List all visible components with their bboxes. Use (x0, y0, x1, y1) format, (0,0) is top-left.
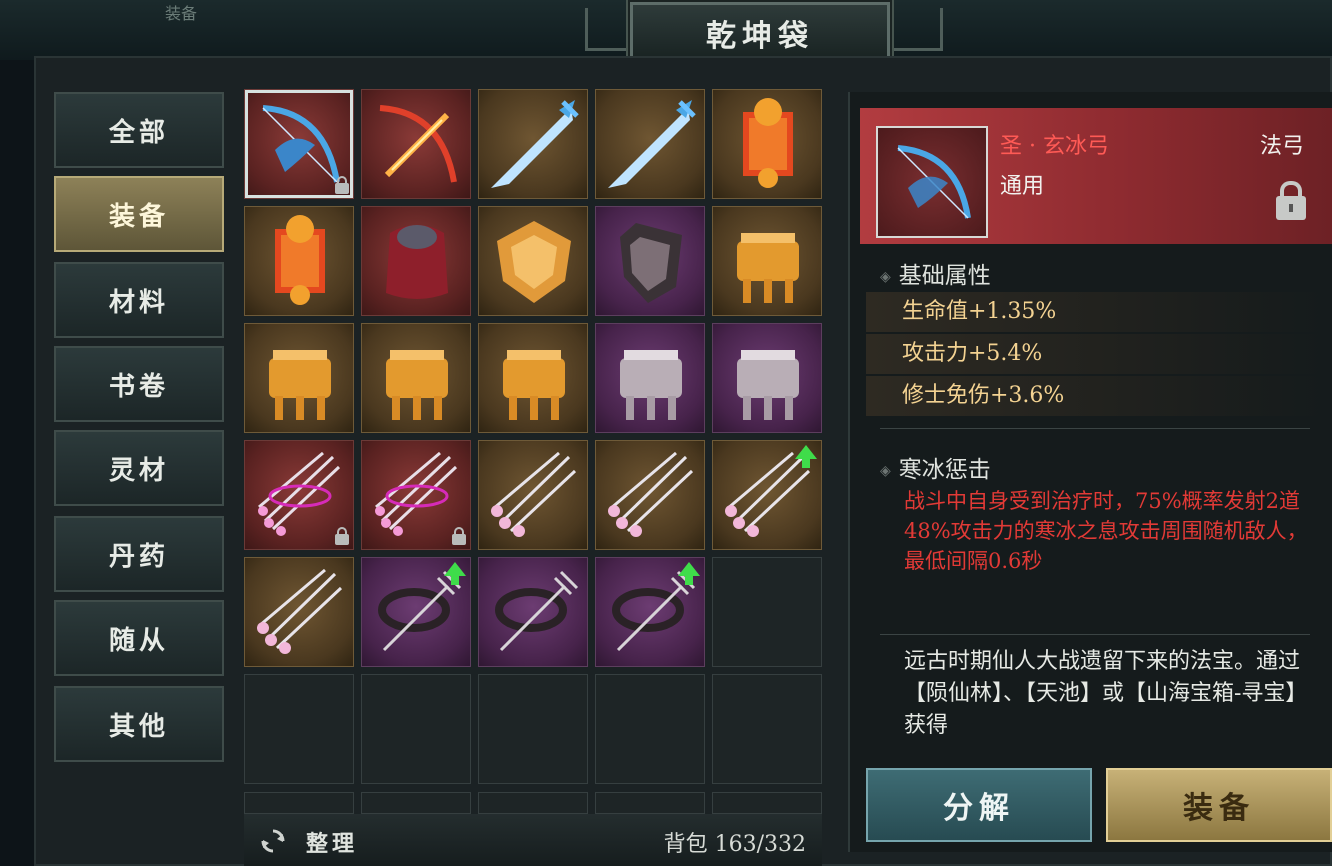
attribute-row: 修士免伤+3.6% (866, 376, 1322, 416)
section-divider (880, 634, 1310, 635)
fire-bow-icon (379, 105, 457, 183)
silver-cauldron-icon (737, 350, 799, 420)
equip-button[interactable]: 装备 (1106, 768, 1332, 842)
attribute-row: 生命值+1.35% (866, 292, 1322, 332)
inventory-slot-partial (595, 792, 705, 814)
inventory-slot[interactable] (595, 89, 705, 199)
inventory-slot[interactable] (244, 557, 354, 667)
category-tab[interactable]: 书卷 (54, 346, 224, 422)
inventory-slot[interactable] (361, 323, 471, 433)
upgrade-arrow-icon (795, 445, 817, 468)
inventory-slot[interactable] (478, 557, 588, 667)
gold-shield-icon (497, 221, 571, 303)
category-tab[interactable]: 其他 (54, 686, 224, 762)
fire-banner-icon (743, 98, 793, 188)
red-bag-icon (386, 225, 448, 299)
inventory-slot[interactable] (595, 206, 705, 316)
base-attributes-title: 基础属性 (880, 256, 991, 290)
inventory-slot[interactable] (361, 89, 471, 199)
category-tab[interactable]: 装备 (54, 176, 224, 252)
decompose-button[interactable]: 分解 (866, 768, 1092, 842)
ice-sword-icon (491, 100, 579, 188)
gold-cauldron-icon (269, 350, 331, 420)
category-tab[interactable]: 丹药 (54, 516, 224, 592)
item-class: 法弓 (1260, 134, 1305, 159)
attribute-row: 攻击力+5.4% (866, 334, 1322, 374)
inventory-slot-partial (712, 792, 822, 814)
lotus-needles-icon (257, 568, 343, 654)
lock-icon (335, 176, 349, 194)
inventory-slot[interactable] (712, 89, 822, 199)
inventory-slot[interactable] (595, 440, 705, 550)
inventory-slot[interactable] (712, 206, 822, 316)
silver-cauldron-icon (620, 350, 682, 420)
skill-title: 寒冰惩击 (880, 450, 991, 484)
detail-ice-bow-icon (876, 126, 988, 238)
sort-icon[interactable] (260, 828, 286, 854)
category-tab[interactable]: 随从 (54, 600, 224, 676)
inventory-slot-empty (712, 674, 822, 784)
lock-icon[interactable] (1276, 181, 1306, 220)
inventory-slot[interactable] (244, 440, 354, 550)
inventory-slot[interactable] (478, 206, 588, 316)
inventory-slot[interactable] (712, 323, 822, 433)
item-type: 通用 (1000, 174, 1045, 199)
sort-button[interactable]: 整理 (306, 826, 358, 858)
background-tab-text: 装备 (165, 4, 198, 23)
bag-capacity: 背包 163/332 (663, 832, 806, 857)
inventory-slot[interactable] (361, 440, 471, 550)
inventory-slot-empty (712, 557, 822, 667)
upgrade-arrow-icon (444, 562, 466, 585)
section-divider (880, 428, 1310, 429)
inventory-slot-empty (595, 674, 705, 784)
item-name: 圣 · 玄冰弓 (1000, 134, 1109, 159)
inventory-slot-empty (478, 674, 588, 784)
inventory-slot[interactable] (595, 323, 705, 433)
inventory-slot[interactable] (595, 557, 705, 667)
fire-banner-icon (275, 215, 325, 305)
inventory-slot-partial (361, 792, 471, 814)
inventory-slot-partial (244, 792, 354, 814)
category-tab[interactable]: 全部 (54, 92, 224, 168)
bag-bottom-bar: 整理 背包 163/332 (244, 814, 822, 866)
category-tab[interactable]: 灵材 (54, 430, 224, 506)
dark-shield-icon (620, 223, 682, 303)
inventory-slot[interactable] (712, 440, 822, 550)
gold-cauldron-icon (737, 233, 799, 303)
inventory-slot[interactable] (244, 206, 354, 316)
inventory-slot[interactable] (478, 89, 588, 199)
window-title-plaque: 乾坤袋 (630, 2, 890, 64)
window-title: 乾坤袋 (706, 19, 814, 54)
inventory-slot[interactable] (244, 89, 354, 199)
inventory-slot[interactable] (361, 557, 471, 667)
gold-cauldron-icon (503, 350, 565, 420)
lotus-needles-icon (491, 451, 577, 537)
ice-sword-icon (608, 100, 696, 188)
upgrade-arrow-icon (678, 562, 700, 585)
skill-description: 战斗中自身受到治疗时，75%概率发射2道48%攻击力的寒冰之息攻击周围随机敌人，… (904, 489, 1308, 573)
inventory-slot[interactable] (478, 440, 588, 550)
category-tab[interactable]: 材料 (54, 262, 224, 338)
gold-cauldron-icon (386, 350, 448, 420)
inventory-slot-empty (244, 674, 354, 784)
item-lore: 远古时期仙人大战遗留下来的法宝。通过【陨仙林】、【天池】或【山海宝箱-寻宝】获得 (904, 649, 1308, 738)
lotus-needles-icon (608, 451, 694, 537)
inventory-slot[interactable] (244, 323, 354, 433)
inventory-slot[interactable] (478, 323, 588, 433)
inventory-slot-partial (478, 792, 588, 814)
inventory-slot[interactable] (361, 206, 471, 316)
inventory-slot-empty (361, 674, 471, 784)
lock-icon (335, 527, 349, 545)
lock-icon (452, 527, 466, 545)
trident-icon (495, 570, 579, 652)
